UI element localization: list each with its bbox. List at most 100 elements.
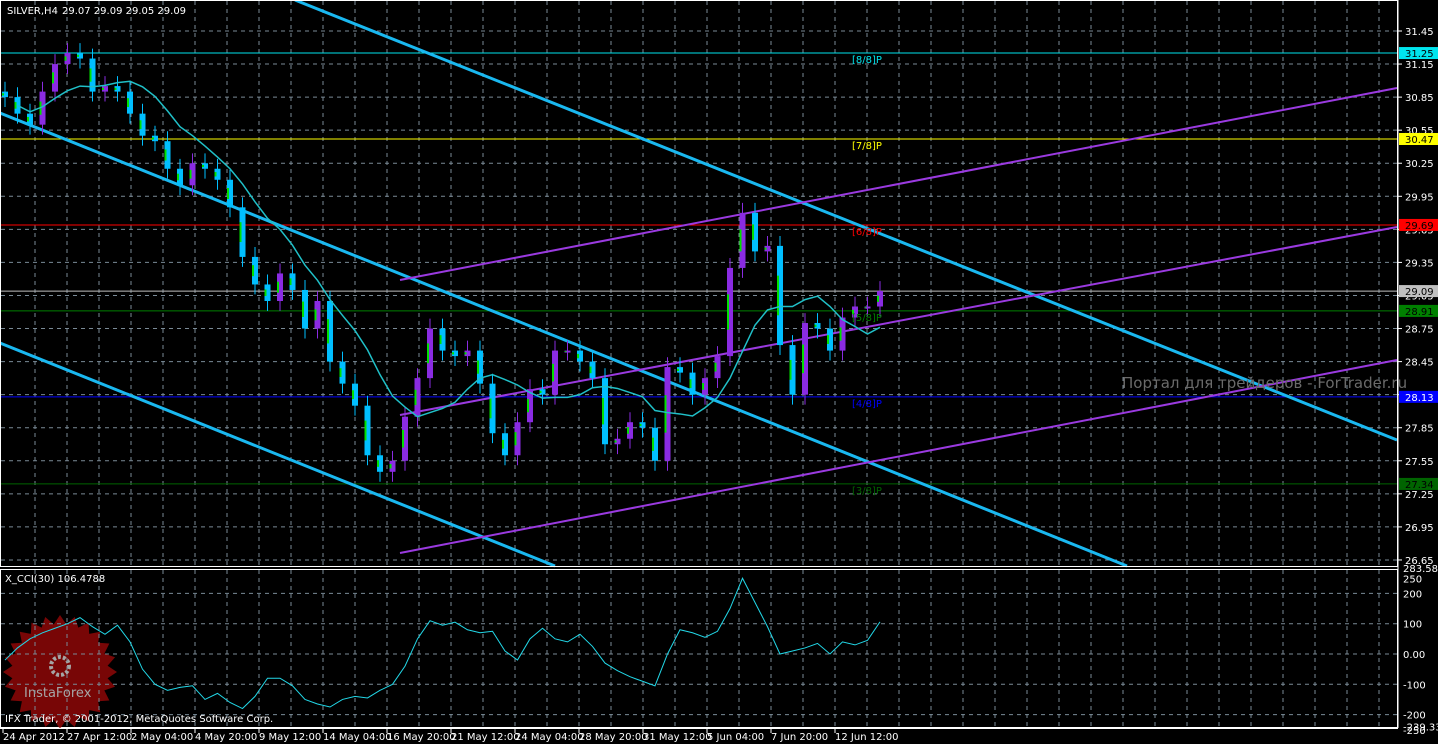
candle xyxy=(239,197,246,267)
candle-highlight xyxy=(227,188,229,200)
candle-highlight xyxy=(64,56,67,61)
candle xyxy=(364,395,371,466)
price-label: 31.25 xyxy=(1405,49,1434,60)
candle-highlight xyxy=(789,359,792,380)
price-tick-label: 28.75 xyxy=(1405,325,1434,336)
time-tick-label: 9 May 12:00 xyxy=(259,732,321,743)
candle-highlight xyxy=(127,98,129,108)
price-tick-label: 29.35 xyxy=(1405,258,1434,269)
price-tick-label: 31.45 xyxy=(1405,27,1434,38)
candle-highlight xyxy=(89,68,92,82)
candle-highlight xyxy=(152,137,154,140)
candle-highlight xyxy=(189,169,192,179)
candle-highlight xyxy=(414,389,417,406)
candle-highlight xyxy=(614,440,617,443)
level-tag: [6/8]P xyxy=(852,227,882,238)
candle-highlight xyxy=(302,301,304,317)
candle-highlight xyxy=(564,351,567,352)
price-tick-label: 27.85 xyxy=(1405,424,1434,435)
price-tick-label: 27.25 xyxy=(1405,490,1434,501)
candle-highlight xyxy=(264,289,267,297)
candle-highlight xyxy=(177,173,179,181)
price-tick-label: 30.25 xyxy=(1405,159,1434,170)
candle-highlight xyxy=(352,390,354,400)
candle-highlight xyxy=(252,265,254,277)
time-tick-label: 12 Jun 12:00 xyxy=(835,732,899,743)
price-label: 27.34 xyxy=(1405,480,1434,491)
price-label: 28.91 xyxy=(1405,307,1434,318)
candle-highlight xyxy=(752,224,754,240)
candle-highlight xyxy=(289,278,292,286)
time-tick-label: 28 May 20:00 xyxy=(579,732,648,743)
candle xyxy=(427,318,433,389)
price-tick-label: 29.95 xyxy=(1405,192,1434,203)
candle-highlight xyxy=(764,247,767,250)
cci-tick-label: 250 xyxy=(1403,574,1422,585)
time-tick-label: 21 May 12:00 xyxy=(451,732,520,743)
candle-highlight xyxy=(477,360,479,374)
candle-highlight xyxy=(664,395,667,433)
candle-highlight xyxy=(814,324,817,327)
candle xyxy=(789,335,796,405)
candle-highlight xyxy=(514,432,517,446)
time-tick-label: 31 May 12:00 xyxy=(643,732,712,743)
price-tick-label: 26.95 xyxy=(1405,523,1434,534)
candle xyxy=(739,202,746,278)
level-tag: [4/8]P xyxy=(852,399,882,410)
price-tick-label: 31.15 xyxy=(1405,60,1434,71)
candle-highlight xyxy=(77,54,79,57)
candle xyxy=(777,235,783,355)
candle-highlight xyxy=(239,222,242,243)
candle-highlight xyxy=(327,319,329,344)
time-tick-label: 5 Jun 04:00 xyxy=(707,732,764,743)
candle-highlight xyxy=(464,352,467,355)
candle-highlight xyxy=(827,335,829,344)
price-tick-label: 30.85 xyxy=(1405,93,1434,104)
candle-highlight xyxy=(552,363,554,382)
copyright-text: IFX Trader, © 2001-2012, MetaQuotes Soft… xyxy=(5,714,273,725)
candle-highlight xyxy=(714,362,717,372)
candle-highlight xyxy=(502,439,504,449)
candle-highlight xyxy=(702,383,704,390)
candle-highlight xyxy=(627,427,629,434)
candle xyxy=(664,357,671,471)
candle-highlight xyxy=(689,379,692,389)
level-tag: [8/8]P xyxy=(852,55,882,66)
candle-highlight xyxy=(839,327,842,341)
header-ohlc: 29.07 29.09 29.05 29.09 xyxy=(62,6,186,17)
cci-tick-label: -250 xyxy=(1403,726,1426,737)
candle-highlight xyxy=(277,281,279,293)
cci-label: X_CCI(30) 106.4788 xyxy=(5,574,105,585)
candle-highlight xyxy=(114,87,117,90)
price-label: 28.13 xyxy=(1405,393,1434,404)
candle-highlight xyxy=(314,309,317,321)
price-label: 29.09 xyxy=(1405,287,1434,298)
candle-highlight xyxy=(639,423,642,427)
level-tag: [5/8]P xyxy=(852,313,882,324)
instaforex-logo: InstaForex xyxy=(3,615,117,729)
candle-highlight xyxy=(214,172,217,177)
time-tick-label: 4 May 20:00 xyxy=(195,732,257,743)
candle-highlight xyxy=(602,397,604,425)
candle-highlight xyxy=(489,398,492,419)
time-tick-label: 7 Jun 20:00 xyxy=(771,732,828,743)
time-tick-label: 16 May 20:00 xyxy=(387,732,456,743)
candle-highlight xyxy=(52,72,54,84)
time-tick-label: 24 Apr 2012 xyxy=(3,732,65,743)
candle-highlight xyxy=(402,429,404,448)
logo-text: InstaForex xyxy=(24,686,92,701)
level-tag: [3/8]P xyxy=(852,486,882,497)
price-label: 29.69 xyxy=(1405,221,1434,232)
candle-highlight xyxy=(527,399,529,413)
candle-highlight xyxy=(427,343,429,364)
candle-highlight xyxy=(877,295,879,302)
time-tick-label: 27 Apr 12:00 xyxy=(67,732,132,743)
header-symbol: SILVER,H4 xyxy=(7,6,58,17)
candle-highlight xyxy=(739,229,742,252)
candle-highlight xyxy=(802,344,804,374)
candle-highlight xyxy=(27,116,29,122)
candle-highlight xyxy=(2,93,4,96)
watermark-text: Портал для трейдеров - ForTrader.ru xyxy=(1122,374,1407,392)
candle-highlight xyxy=(14,102,17,109)
candle-highlight xyxy=(452,352,454,355)
